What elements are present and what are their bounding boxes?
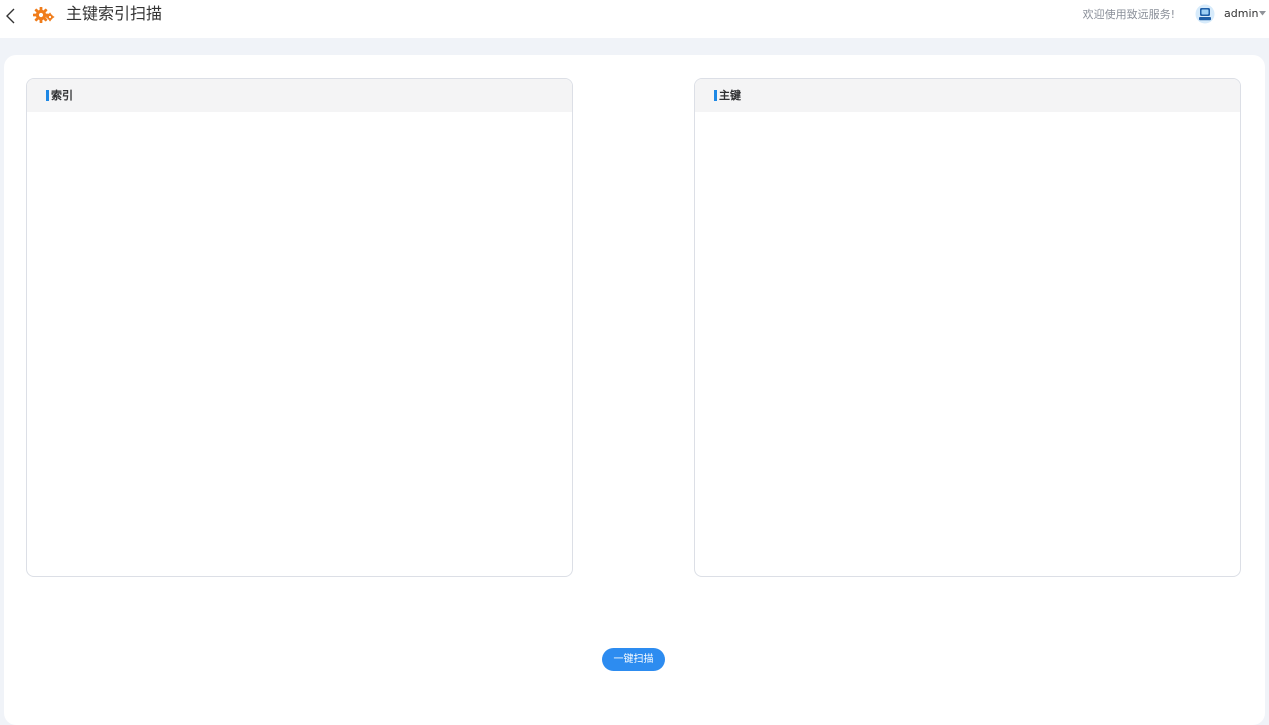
primary-key-panel: 主键 xyxy=(694,78,1241,577)
primary-key-panel-title: 主键 xyxy=(719,88,741,102)
chevron-left-icon[interactable] xyxy=(2,6,20,26)
index-panel-body xyxy=(27,112,572,576)
index-panel-title: 索引 xyxy=(51,88,73,102)
top-bar: 主键索引扫描 欢迎使用致远服务! admin xyxy=(0,0,1269,38)
index-panel-header: 索引 xyxy=(27,79,572,112)
caret-down-icon[interactable] xyxy=(1259,11,1266,16)
page-title: 主键索引扫描 xyxy=(66,4,163,23)
username[interactable]: admin xyxy=(1224,7,1258,21)
one-click-scan-button[interactable]: 一键扫描 xyxy=(602,648,665,671)
user-avatar-icon[interactable] xyxy=(1195,4,1215,24)
title-accent-bar xyxy=(46,90,49,101)
title-accent-bar xyxy=(714,90,717,101)
welcome-message: 欢迎使用致远服务! xyxy=(1082,8,1175,21)
index-panel: 索引 xyxy=(26,78,573,577)
primary-key-panel-header: 主键 xyxy=(695,79,1240,112)
gears-icon xyxy=(33,7,55,23)
primary-key-panel-body xyxy=(695,112,1240,576)
